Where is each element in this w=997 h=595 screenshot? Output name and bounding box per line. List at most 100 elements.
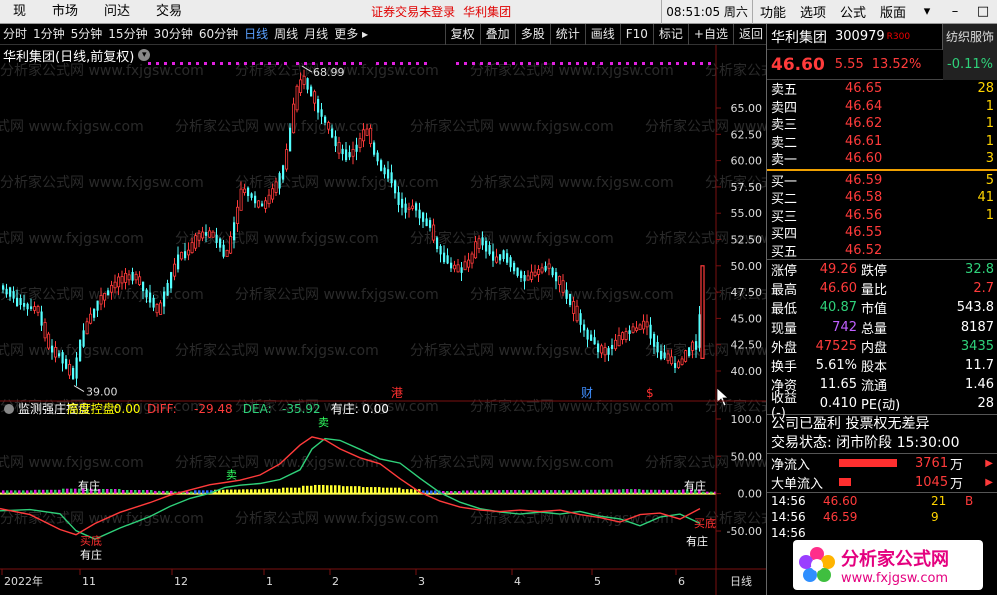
candle-body [190, 242, 194, 254]
candle-body [113, 281, 117, 289]
indicator-bar [350, 486, 353, 494]
period-15min[interactable]: 15分钟 [105, 24, 150, 45]
candle-body [36, 306, 40, 313]
period-30min[interactable]: 30分钟 [151, 24, 196, 45]
login-status[interactable]: 证券交易未登录 [371, 3, 455, 20]
candle-body [520, 271, 523, 279]
capital-flow: 净流入 3761 万 ▶ 大单流入 1045 万 ▶ [767, 454, 997, 492]
bid-volume: 41 [977, 190, 994, 206]
draw-line-button[interactable]: 画线 [588, 24, 618, 45]
industry-label[interactable]: 纺织服饰 [941, 24, 997, 50]
ask-row-1[interactable]: 卖四 46.64 1 [767, 98, 997, 116]
price-tick-label: 45.00 [731, 312, 763, 325]
chevron-right-icon[interactable]: ▶ [985, 477, 993, 488]
indicator-bar [290, 487, 293, 494]
stats-button[interactable]: 统计 [553, 24, 583, 45]
finance-marker[interactable]: 财 [581, 386, 593, 400]
candle-body [30, 306, 33, 309]
flow-label: 大单流入 [771, 476, 824, 492]
candle-body [565, 289, 568, 299]
back-button[interactable]: 返回 [736, 24, 766, 45]
candle-body [492, 251, 495, 261]
price-change: 5.55 [834, 57, 864, 72]
ask-row-0[interactable]: 卖五 46.65 28 [767, 80, 997, 98]
signal-dot [284, 62, 287, 65]
watermark-text: 分析家公式网 www.fxjgsw.com [235, 174, 439, 191]
signal-dot [528, 62, 531, 65]
maximize-icon[interactable]: □ [969, 4, 997, 19]
candle-body [348, 152, 351, 158]
overlay-button[interactable]: 叠加 [483, 24, 513, 45]
hk-marker[interactable]: 港 [391, 386, 403, 400]
indicator-bar [134, 490, 137, 494]
ask-volume: 1 [985, 116, 994, 132]
menu-layout[interactable]: 版面 [873, 2, 913, 21]
candle-body [666, 353, 670, 362]
period-more[interactable]: 更多 ▸ [331, 24, 371, 45]
kline-chart[interactable]: 分析家公式网 www.fxjgsw.com 分析家公式网 www.fxjgsw.c… [0, 45, 766, 595]
minimize-icon[interactable]: – [941, 4, 969, 19]
indicator-tick-label: 50.00 [731, 450, 763, 463]
period-daily[interactable]: 日线 [241, 24, 271, 45]
menu-item-market[interactable]: 市场 [39, 0, 91, 24]
last-candle [700, 265, 705, 359]
bid-row-2[interactable]: 买三 46.56 1 [767, 207, 997, 225]
period-60min[interactable]: 60分钟 [196, 24, 241, 45]
mark-button[interactable]: 标记 [656, 24, 686, 45]
candle-body [2, 285, 5, 290]
stat-label: 总量 [861, 321, 888, 337]
indicator-bar [538, 490, 541, 494]
indicator-bar [254, 489, 257, 494]
price-tick-label: 55.00 [731, 207, 763, 220]
period-1min[interactable]: 1分钟 [30, 24, 68, 45]
ask-list: 卖五 46.65 28 卖四 46.64 1 卖三 46.62 1 卖二 46.61 1 卖一 46.60… [767, 80, 997, 168]
ask-row-4[interactable]: 卖一 46.60 3 [767, 150, 997, 168]
indicator-bar [386, 487, 389, 494]
dividend-marker[interactable]: $ [646, 386, 654, 400]
signal-dot [408, 62, 411, 65]
multi-stock-button[interactable]: 多股 [518, 24, 548, 45]
menu-item-trade[interactable]: 交易 [143, 0, 195, 24]
flower-logo-icon [799, 547, 835, 582]
stat-value: 49.26 [819, 262, 857, 278]
ask-price: 46.61 [845, 133, 883, 149]
menu-item-0[interactable]: 现 [0, 0, 39, 24]
bid-row-1[interactable]: 买二 46.58 41 [767, 189, 997, 207]
period-monthly[interactable]: 月线 [301, 24, 331, 45]
menu-options[interactable]: 选项 [793, 2, 833, 21]
chevron-right-icon[interactable]: ▶ [985, 458, 993, 469]
indicator-bar [370, 487, 373, 494]
candle-body [523, 275, 526, 282]
candle-body [415, 203, 418, 211]
stat-label: 股本 [861, 360, 888, 376]
bid-ask-divider [767, 168, 997, 171]
indicator-menu-icon[interactable] [4, 404, 14, 414]
dropdown-icon[interactable]: ▾ [913, 4, 941, 19]
menu-function[interactable]: 功能 [753, 2, 793, 21]
indicator-bar [614, 489, 617, 494]
candle-body [93, 308, 96, 318]
diff-label: DIFF: [147, 402, 177, 416]
menu-formula[interactable]: 公式 [833, 2, 873, 21]
menu-item-wenda[interactable]: 问达 [91, 0, 143, 24]
indicator-bar [342, 486, 345, 494]
watermark-text: 分析家公式网 www.fxjgsw.com [0, 454, 144, 471]
candle-body [607, 348, 610, 355]
bid-row-4[interactable]: 买五 46.52 [767, 242, 997, 260]
add-watchlist-button[interactable]: +自选 [691, 24, 731, 45]
f10-button[interactable]: F10 [623, 24, 651, 45]
ask-row-3[interactable]: 卖二 46.61 1 [767, 133, 997, 151]
indicator-bar [598, 489, 601, 494]
index-badge: R300 [886, 31, 911, 42]
candle-body [26, 303, 29, 310]
ask-row-2[interactable]: 卖三 46.62 1 [767, 115, 997, 133]
period-weekly[interactable]: 周线 [271, 24, 301, 45]
indicator-bar [102, 489, 105, 494]
bid-row-3[interactable]: 买四 46.55 [767, 224, 997, 242]
period-intraday[interactable]: 分时 [0, 24, 30, 45]
period-5min[interactable]: 5分钟 [68, 24, 106, 45]
adjust-button[interactable]: 复权 [448, 24, 478, 45]
bid-row-0[interactable]: 买一 46.59 5 [767, 172, 997, 190]
indicator-bar [14, 490, 17, 494]
indicator-bar [162, 490, 165, 494]
